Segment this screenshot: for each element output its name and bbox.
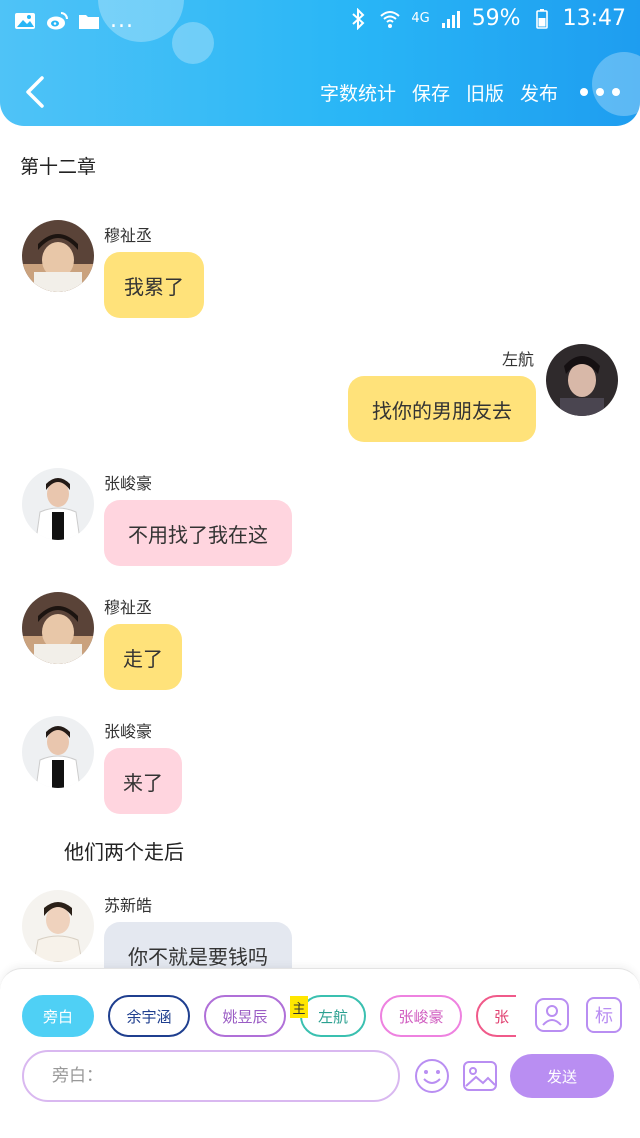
- character-chip[interactable]: 余宇涵: [108, 995, 190, 1037]
- message-bubble[interactable]: 来了: [104, 748, 182, 814]
- character-selector: 旁白 余宇涵 姚昱辰 左航 张峻豪 张: [22, 995, 516, 1039]
- character-chip[interactable]: 张: [476, 995, 516, 1037]
- avatar[interactable]: [22, 890, 94, 962]
- character-chip[interactable]: 张峻豪: [380, 995, 462, 1037]
- status-bar: ... 4G 59% 13:47: [0, 0, 640, 44]
- emoji-icon[interactable]: [414, 1058, 450, 1094]
- message-bubble[interactable]: 找你的男朋友去: [348, 376, 536, 442]
- avatar[interactable]: [22, 716, 94, 788]
- network-type: 4G: [411, 11, 430, 26]
- weibo-icon: [47, 11, 68, 29]
- battery-icon: [535, 8, 548, 29]
- main-character-badge: 主: [290, 996, 308, 1018]
- chapter-title: 第十二章: [20, 156, 97, 178]
- image-icon[interactable]: [462, 1058, 498, 1094]
- old-version-button[interactable]: 旧版: [466, 79, 504, 106]
- avatar[interactable]: [22, 592, 94, 664]
- message-bubble[interactable]: 走了: [104, 624, 182, 690]
- sender-name: 穆祉丞: [104, 598, 153, 617]
- app-header: ... 4G 59% 13:47 字数统计 保存 旧版 发布: [0, 0, 640, 126]
- wifi-icon: [380, 10, 400, 28]
- back-arrow-icon[interactable]: [18, 74, 54, 110]
- sender-name: 苏新皓: [104, 896, 153, 915]
- message-bubble[interactable]: 我累了: [104, 252, 204, 318]
- character-manager-icon[interactable]: [534, 997, 570, 1033]
- save-button[interactable]: 保存: [412, 79, 450, 106]
- message-bubble[interactable]: 不用找了我在这: [104, 500, 292, 566]
- gallery-icon: [15, 12, 35, 29]
- tag-icon[interactable]: 标: [586, 997, 622, 1033]
- sender-name: 张峻豪: [104, 474, 153, 493]
- word-count-button[interactable]: 字数统计: [320, 79, 396, 106]
- character-chip-narrator[interactable]: 旁白: [22, 995, 94, 1037]
- message-input[interactable]: [52, 1066, 398, 1086]
- avatar[interactable]: [22, 468, 94, 540]
- character-chip[interactable]: 姚昱辰: [204, 995, 286, 1037]
- avatar[interactable]: [546, 344, 618, 416]
- toolbar: 字数统计 保存 旧版 发布: [0, 62, 640, 122]
- avatar[interactable]: [22, 220, 94, 292]
- signal-icon: [441, 10, 460, 28]
- publish-button[interactable]: 发布: [520, 79, 558, 106]
- bluetooth-icon: [352, 7, 365, 30]
- sender-name: 张峻豪: [104, 722, 153, 741]
- character-chip-main[interactable]: 左航: [300, 995, 366, 1037]
- narration-text[interactable]: 他们两个走后: [64, 836, 184, 865]
- clock: 13:47: [562, 6, 626, 31]
- message-input-wrapper[interactable]: [22, 1050, 400, 1102]
- more-menu-icon[interactable]: [580, 78, 620, 106]
- sender-name: 左航: [502, 350, 535, 369]
- sender-name: 穆祉丞: [104, 226, 153, 245]
- battery-percentage: 59%: [471, 6, 521, 31]
- send-button[interactable]: 发送: [510, 1054, 614, 1098]
- more-notifications: ...: [110, 8, 134, 33]
- folder-icon: [79, 14, 99, 29]
